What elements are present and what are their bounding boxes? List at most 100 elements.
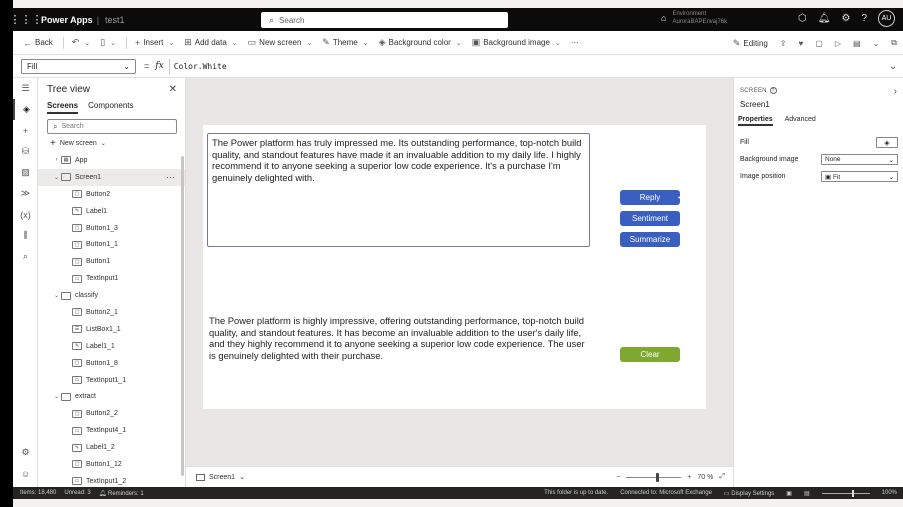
data-icon[interactable]: ⛁: [13, 141, 38, 162]
tree-node[interactable]: ▢ Button1_1: [38, 236, 185, 253]
expand-chevron-icon[interactable]: ⌄: [52, 292, 61, 299]
tree-node[interactable]: › ▦ App: [38, 152, 185, 169]
help-icon[interactable]: ?: [769, 87, 777, 94]
image-position-dropdown[interactable]: ▣ Fit ⌄: [821, 171, 898, 182]
tree-node[interactable]: ☰ ListBox1_1: [38, 321, 185, 338]
insert-icon[interactable]: +: [13, 120, 38, 141]
tree-node[interactable]: ▢ Button2: [38, 186, 185, 203]
share-icon[interactable]: ⇪: [780, 39, 787, 48]
text-input[interactable]: The Power platform has truly impressed m…: [207, 133, 590, 247]
expand-chevron-icon[interactable]: ⌄: [52, 393, 61, 400]
formula-input[interactable]: Color.White: [168, 58, 883, 74]
tree-node[interactable]: ▭ TextInput1: [38, 270, 185, 287]
chevron-down-icon[interactable]: ⌄: [84, 39, 90, 47]
theme-button[interactable]: ✎ Theme ⌄: [322, 37, 368, 48]
new-screen-button[interactable]: ▭ New screen ⌄: [248, 37, 313, 48]
gear-icon[interactable]: ⚙: [841, 13, 850, 24]
tab-screens[interactable]: Screens: [47, 101, 79, 114]
app-screen[interactable]: The Power platform has truly impressed m…: [203, 125, 706, 409]
app-title[interactable]: test1: [105, 15, 125, 25]
tree-node[interactable]: ⌄ extract: [38, 388, 185, 405]
app-checker-icon[interactable]: ♥: [799, 39, 804, 48]
tree-node[interactable]: ✎ Label1_1: [38, 338, 185, 355]
tree-node[interactable]: ⌄ Screen1 ···: [38, 168, 185, 186]
play-icon[interactable]: ▷: [835, 39, 841, 48]
reply-button[interactable]: Reply: [620, 190, 680, 205]
tree-view-icon[interactable]: ◈: [13, 99, 38, 120]
copilot-icon[interactable]: ⬡: [798, 13, 807, 24]
tree-scrollbar[interactable]: [181, 156, 184, 476]
expand-formula-icon[interactable]: ⌄: [883, 61, 903, 72]
zoom-slider-thumb[interactable]: [656, 472, 660, 482]
tree-node[interactable]: ▭ TextInput1_2: [38, 473, 185, 487]
global-search-input[interactable]: ⌕ Search: [261, 12, 508, 28]
background-color-button[interactable]: ◈ Background color ⌄: [379, 37, 462, 48]
power-automate-icon[interactable]: ≫: [13, 183, 38, 204]
clear-button[interactable]: Clear: [620, 347, 680, 362]
advanced-tools-icon[interactable]: ⫼: [13, 225, 38, 246]
normal-view-icon[interactable]: ▣: [786, 490, 792, 497]
tree-node[interactable]: ▢ Button1: [38, 253, 185, 270]
summarize-button[interactable]: Summarize: [620, 232, 680, 247]
editing-mode-button[interactable]: ✎ Editing: [733, 38, 768, 49]
tree-node[interactable]: ▭ TextInput1_1: [38, 372, 185, 389]
zoom-out-button[interactable]: −: [616, 474, 620, 481]
chevron-down-icon[interactable]: ⌄: [873, 39, 880, 48]
status-reminders[interactable]: 🔔︎ Reminders: 1: [99, 490, 144, 497]
zoom-in-button[interactable]: +: [687, 474, 691, 481]
chevron-down-icon[interactable]: ⌄: [110, 39, 116, 47]
more-options-icon[interactable]: ···: [166, 172, 175, 182]
search-icon[interactable]: ⌕: [13, 246, 38, 267]
insert-button[interactable]: + Insert ⌄: [135, 38, 174, 48]
undo-button[interactable]: ↶ ⌄: [72, 37, 90, 48]
app-name[interactable]: Power Apps: [41, 15, 93, 25]
tree-node[interactable]: ✎ Label1_2: [38, 439, 185, 456]
avatar[interactable]: AU: [878, 10, 895, 27]
environment-picker[interactable]: ⌂ Environment AuroraBAPEnvaj76k: [661, 10, 727, 26]
bell-icon[interactable]: 🔔︎: [818, 13, 831, 24]
tree-node[interactable]: ✎ Label1: [38, 203, 185, 220]
tree-node[interactable]: ▢ Button1_12: [38, 456, 185, 473]
zoom-slider[interactable]: [626, 472, 682, 482]
new-screen-tree-button[interactable]: + New screen ⌄: [38, 135, 185, 152]
expand-chevron-icon[interactable]: ›: [52, 157, 61, 163]
help-icon[interactable]: ?: [861, 13, 867, 24]
tree-node[interactable]: ▢ Button2_1: [38, 304, 185, 321]
tree-node[interactable]: ▢ Button1_8: [38, 355, 185, 372]
publish-icon[interactable]: ⧉: [891, 38, 897, 48]
close-icon[interactable]: ✕: [169, 84, 177, 95]
tree-node[interactable]: ⌄ classify: [38, 287, 185, 304]
tree-node[interactable]: ▢ Button2_2: [38, 405, 185, 422]
settings-gear-icon[interactable]: ⚙: [13, 442, 38, 463]
fill-picker[interactable]: ◈: [876, 137, 898, 148]
fit-to-window-icon[interactable]: ⤢: [719, 473, 725, 481]
control-name[interactable]: Screen1: [740, 100, 770, 109]
sentiment-button[interactable]: Sentiment: [620, 211, 680, 226]
app-launcher-icon[interactable]: ⋮⋮⋮: [13, 8, 43, 31]
tree-node[interactable]: ▢ Button1_3: [38, 220, 185, 237]
virtual-agent-icon[interactable]: ☺: [13, 463, 38, 484]
tree-node[interactable]: ▭ TextInput4_1: [38, 422, 185, 439]
background-image-dropdown[interactable]: None ⌄: [821, 154, 898, 165]
expand-chevron-icon[interactable]: ⌄: [52, 174, 61, 181]
tab-properties[interactable]: Properties: [738, 116, 773, 126]
screen-selector[interactable]: Screen1 ⌄: [196, 473, 245, 481]
chevron-right-icon[interactable]: ›: [894, 86, 897, 97]
tab-components[interactable]: Components: [88, 101, 133, 114]
save-icon[interactable]: ▤: [853, 39, 861, 48]
status-zoom-slider[interactable]: [821, 489, 870, 497]
status-zoom-thumb[interactable]: [851, 489, 854, 497]
paste-button[interactable]: ▯ ⌄: [100, 37, 116, 48]
background-image-button[interactable]: ▣ Background image ⌄: [472, 37, 561, 48]
tree-search-input[interactable]: ⌕ Search: [47, 119, 177, 134]
variables-icon[interactable]: (x): [13, 204, 38, 225]
status-display-settings[interactable]: ▭ Display Settings: [724, 490, 774, 497]
property-selector[interactable]: Fill ⌄: [21, 58, 136, 74]
tab-advanced[interactable]: Advanced: [785, 116, 816, 126]
media-icon[interactable]: ▨: [13, 162, 38, 183]
reading-view-icon[interactable]: ▤: [804, 490, 810, 497]
back-button[interactable]: ← Back: [23, 38, 53, 48]
add-data-button[interactable]: ⊞ Add data ⌄: [184, 37, 237, 48]
comments-icon[interactable]: ▢: [815, 39, 823, 48]
hamburger-icon[interactable]: ☰: [13, 78, 38, 99]
